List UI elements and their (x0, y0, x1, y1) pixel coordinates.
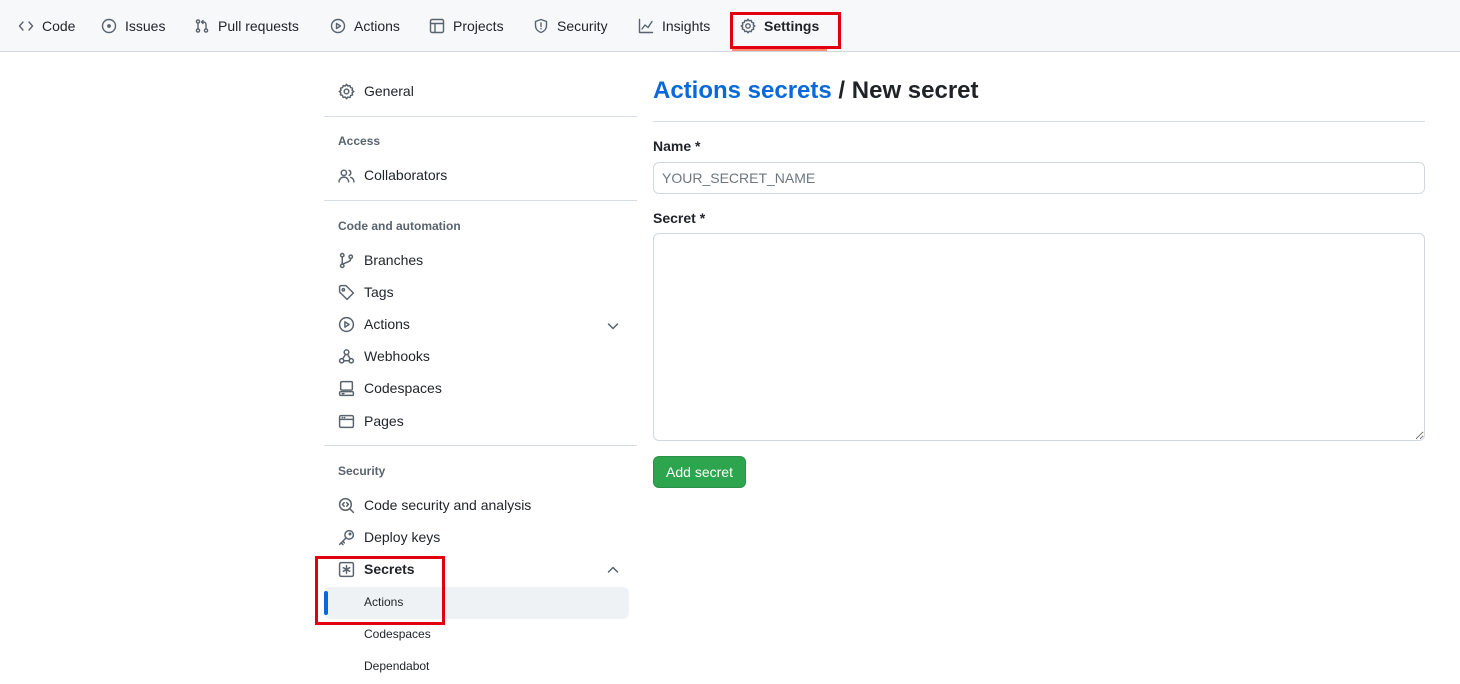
tab-insights[interactable]: Insights (638, 0, 710, 52)
sidebar-divider (324, 116, 637, 117)
key-icon (338, 529, 355, 545)
play-icon (330, 18, 346, 34)
sidebar-item-label: Collaborators (364, 167, 448, 183)
sidebar-heading-access: Access (338, 134, 381, 148)
table-icon (429, 18, 445, 34)
webhook-icon (338, 348, 355, 364)
key-asterisk-icon (338, 561, 355, 577)
secret-name-input[interactable] (653, 162, 1425, 194)
name-label: Name * (653, 138, 701, 154)
sidebar-item-codespaces[interactable]: Codespaces (338, 377, 442, 399)
codescan-icon (338, 497, 355, 513)
sidebar-item-label: Codespaces (364, 380, 442, 396)
code-icon (18, 21, 34, 31)
active-tab-underline (732, 49, 827, 51)
chevron-down-icon[interactable] (604, 317, 622, 335)
tab-pull-requests[interactable]: Pull requests (194, 0, 299, 52)
breadcrumb-separator: / (838, 77, 846, 104)
codespaces-icon (338, 380, 355, 396)
active-indicator (324, 591, 328, 615)
secret-value-textarea[interactable] (653, 233, 1425, 441)
sidebar-item-collaborators[interactable]: Collaborators (338, 164, 447, 186)
git-branch-icon (339, 252, 354, 268)
sidebar-item-actions[interactable]: Actions (338, 313, 410, 335)
gear-icon (338, 83, 355, 99)
sidebar-item-label: Secrets (364, 561, 415, 577)
issue-opened-icon (101, 18, 117, 34)
sidebar-item-general[interactable]: General (338, 80, 414, 102)
sidebar-item-branches[interactable]: Branches (338, 249, 423, 271)
sidebar-subitem-secrets-dependabot[interactable]: Dependabot (364, 656, 429, 676)
tab-code[interactable]: Code (18, 0, 75, 52)
tab-actions[interactable]: Actions (330, 0, 400, 52)
chevron-up-icon[interactable] (604, 561, 622, 579)
sidebar-item-label: Deploy keys (364, 529, 441, 545)
sidebar-item-secrets[interactable]: Secrets (338, 558, 415, 580)
sidebar-divider (324, 445, 637, 446)
sidebar-heading-security: Security (338, 464, 386, 478)
sidebar-item-code-security[interactable]: Code security and analysis (338, 494, 531, 516)
sidebar-item-label: Webhooks (364, 348, 430, 364)
sidebar-item-pages[interactable]: Pages (338, 410, 404, 432)
repo-nav: Code Issues Pull requests Actions Projec… (0, 0, 1460, 52)
git-pull-request-icon (195, 19, 209, 33)
shield-icon (534, 18, 548, 34)
gear-icon (740, 18, 756, 34)
page-title: Actions secrets / New secret (653, 77, 979, 105)
sidebar-item-label: Branches (364, 252, 424, 268)
breadcrumb-link-actions-secrets[interactable]: Actions secrets (653, 77, 832, 104)
play-icon (338, 316, 355, 332)
people-icon (338, 168, 355, 183)
sidebar-item-webhooks[interactable]: Webhooks (338, 345, 430, 367)
tab-security[interactable]: Security (533, 0, 608, 52)
sidebar-item-label: Code security and analysis (364, 497, 532, 513)
sidebar-item-label: Tags (364, 284, 394, 300)
secret-label: Secret * (653, 210, 706, 226)
sidebar-subitem-secrets-codespaces[interactable]: Codespaces (364, 624, 431, 644)
sidebar-item-label: Actions (364, 316, 410, 332)
tab-settings[interactable]: Settings (740, 0, 819, 52)
breadcrumb-current: New secret (851, 77, 979, 104)
sidebar-item-label: General (364, 83, 414, 99)
sidebar-heading-code-and-automation: Code and automation (338, 219, 461, 233)
divider (653, 121, 1425, 122)
sidebar-subitem-secrets-actions[interactable]: Actions (364, 592, 403, 612)
sidebar-divider (324, 200, 637, 201)
sidebar-item-deploy-keys[interactable]: Deploy keys (338, 526, 440, 548)
tab-issues[interactable]: Issues (101, 0, 165, 52)
sidebar-item-tags[interactable]: Tags (338, 281, 394, 303)
add-secret-button[interactable]: Add secret (653, 456, 746, 488)
tag-icon (338, 284, 355, 300)
browser-icon (338, 414, 355, 428)
tab-projects[interactable]: Projects (429, 0, 504, 52)
sidebar-item-label: Pages (364, 413, 404, 429)
graph-icon (638, 18, 654, 34)
